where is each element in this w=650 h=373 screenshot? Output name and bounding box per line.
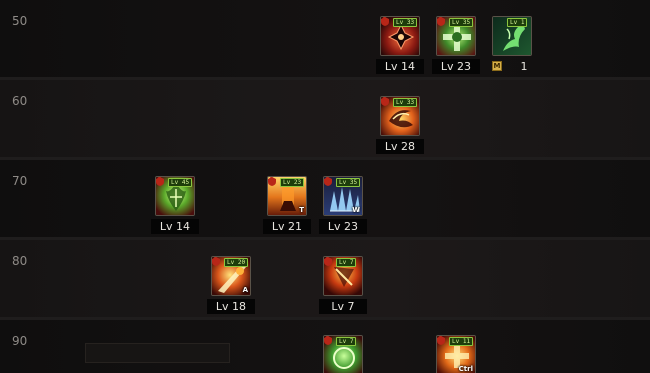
skill-req-level-badge: Lv 35 [449,18,474,27]
row-level-label: 90 [12,334,28,348]
row-level-label: 70 [12,174,28,188]
shield-icon [437,336,445,345]
skill-icon-fire-slash[interactable]: Lv 20 A [211,256,251,296]
skill-row-60: 60 [0,80,650,157]
shield-icon [324,177,332,186]
shield-icon [324,336,332,345]
skill-icon-green-cross[interactable]: Lv 35 [436,16,476,56]
skill-slot-fire-spin[interactable]: Lv 33 Lv 28 [376,96,424,154]
hotkey-label: A [242,286,248,294]
hotkey-label: T [299,206,304,214]
skill-icon-green-wind[interactable]: Lv 1 [492,16,532,56]
skill-req-level-badge: Lv 35 [336,178,361,187]
skill-req-level-badge: Lv 1 [507,18,528,27]
skill-level-text: Lv 21 [263,219,311,234]
skill-slot-blue-spikes[interactable]: Lv 35 W Lv 23 [319,176,367,234]
skill-level-text: Lv 23 [319,219,367,234]
skill-icon-fire-strike[interactable]: Lv 7 [323,256,363,296]
skill-level-text: Lv 14 [151,219,199,234]
skill-slot-fire-strike[interactable]: Lv 7 Lv 7 [319,256,367,314]
skill-icon-fire-pillar[interactable]: Lv 23 T [267,176,307,216]
skill-level-text: Lv 7 [319,299,367,314]
skill-slot-fire-pillar[interactable]: Lv 23 T Lv 21 [263,176,311,234]
skill-req-level-badge: Lv 11 [449,337,474,346]
mastery-badge: M [492,61,502,71]
skill-icon-fire-cross[interactable]: Lv 11 Ctrl [436,335,476,373]
skill-slot-green-wind[interactable]: Lv 1 M 1 [492,16,532,73]
skill-slot-green-flame[interactable]: Lv 45 Lv 14 [151,176,199,234]
skill-level-text: Lv 28 [376,139,424,154]
skill-slot-cross-burst[interactable]: Lv 33 Lv 14 [376,16,424,74]
skill-level-text: Lv 14 [376,59,424,74]
skill-icon-fire-spin[interactable]: Lv 33 [380,96,420,136]
shield-icon [212,257,220,266]
hotkey-label: W [352,206,360,214]
shield-icon [381,97,389,106]
skill-slot-green-cross[interactable]: Lv 35 Lv 23 [432,16,480,74]
skill-icon-cross-burst[interactable]: Lv 33 [380,16,420,56]
skill-req-level-badge: Lv 45 [168,178,193,187]
skill-slot-fire-cross[interactable]: Lv 11 Ctrl [436,335,476,373]
row-level-label: 50 [12,14,28,28]
shield-icon [156,177,164,186]
skill-req-level-badge: Lv 23 [280,178,305,187]
skill-icon-green-orb[interactable]: Lv 7 [323,335,363,373]
skill-req-level-badge: Lv 33 [393,18,418,27]
shield-icon [268,177,276,186]
skill-icon-blue-spikes[interactable]: Lv 35 W [323,176,363,216]
hotkey-label: Ctrl [458,365,473,373]
skill-req-level-badge: Lv 20 [224,258,249,267]
shield-icon [437,17,445,26]
skill-level-text: 1 [520,60,528,73]
skill-tree-panel: 50 60 70 80 90 Lv 33 Lv 14 Lv 35 Lv 23 L… [0,0,650,373]
skill-level-text: Lv 23 [432,59,480,74]
decorative-banner [85,343,230,363]
row-level-label: 60 [12,94,28,108]
skill-level-text: Lv 18 [207,299,255,314]
skill-slot-green-orb[interactable]: Lv 7 [323,335,363,373]
skill-icon-green-flame[interactable]: Lv 45 [155,176,195,216]
row-level-label: 80 [12,254,28,268]
skill-slot-fire-slash[interactable]: Lv 20 A Lv 18 [207,256,255,314]
skill-row-50: 50 [0,0,650,77]
skill-req-level-badge: Lv 7 [336,337,357,346]
skill-req-level-badge: Lv 33 [393,98,418,107]
skill-req-level-badge: Lv 7 [336,258,357,267]
shield-icon [381,17,389,26]
shield-icon [324,257,332,266]
